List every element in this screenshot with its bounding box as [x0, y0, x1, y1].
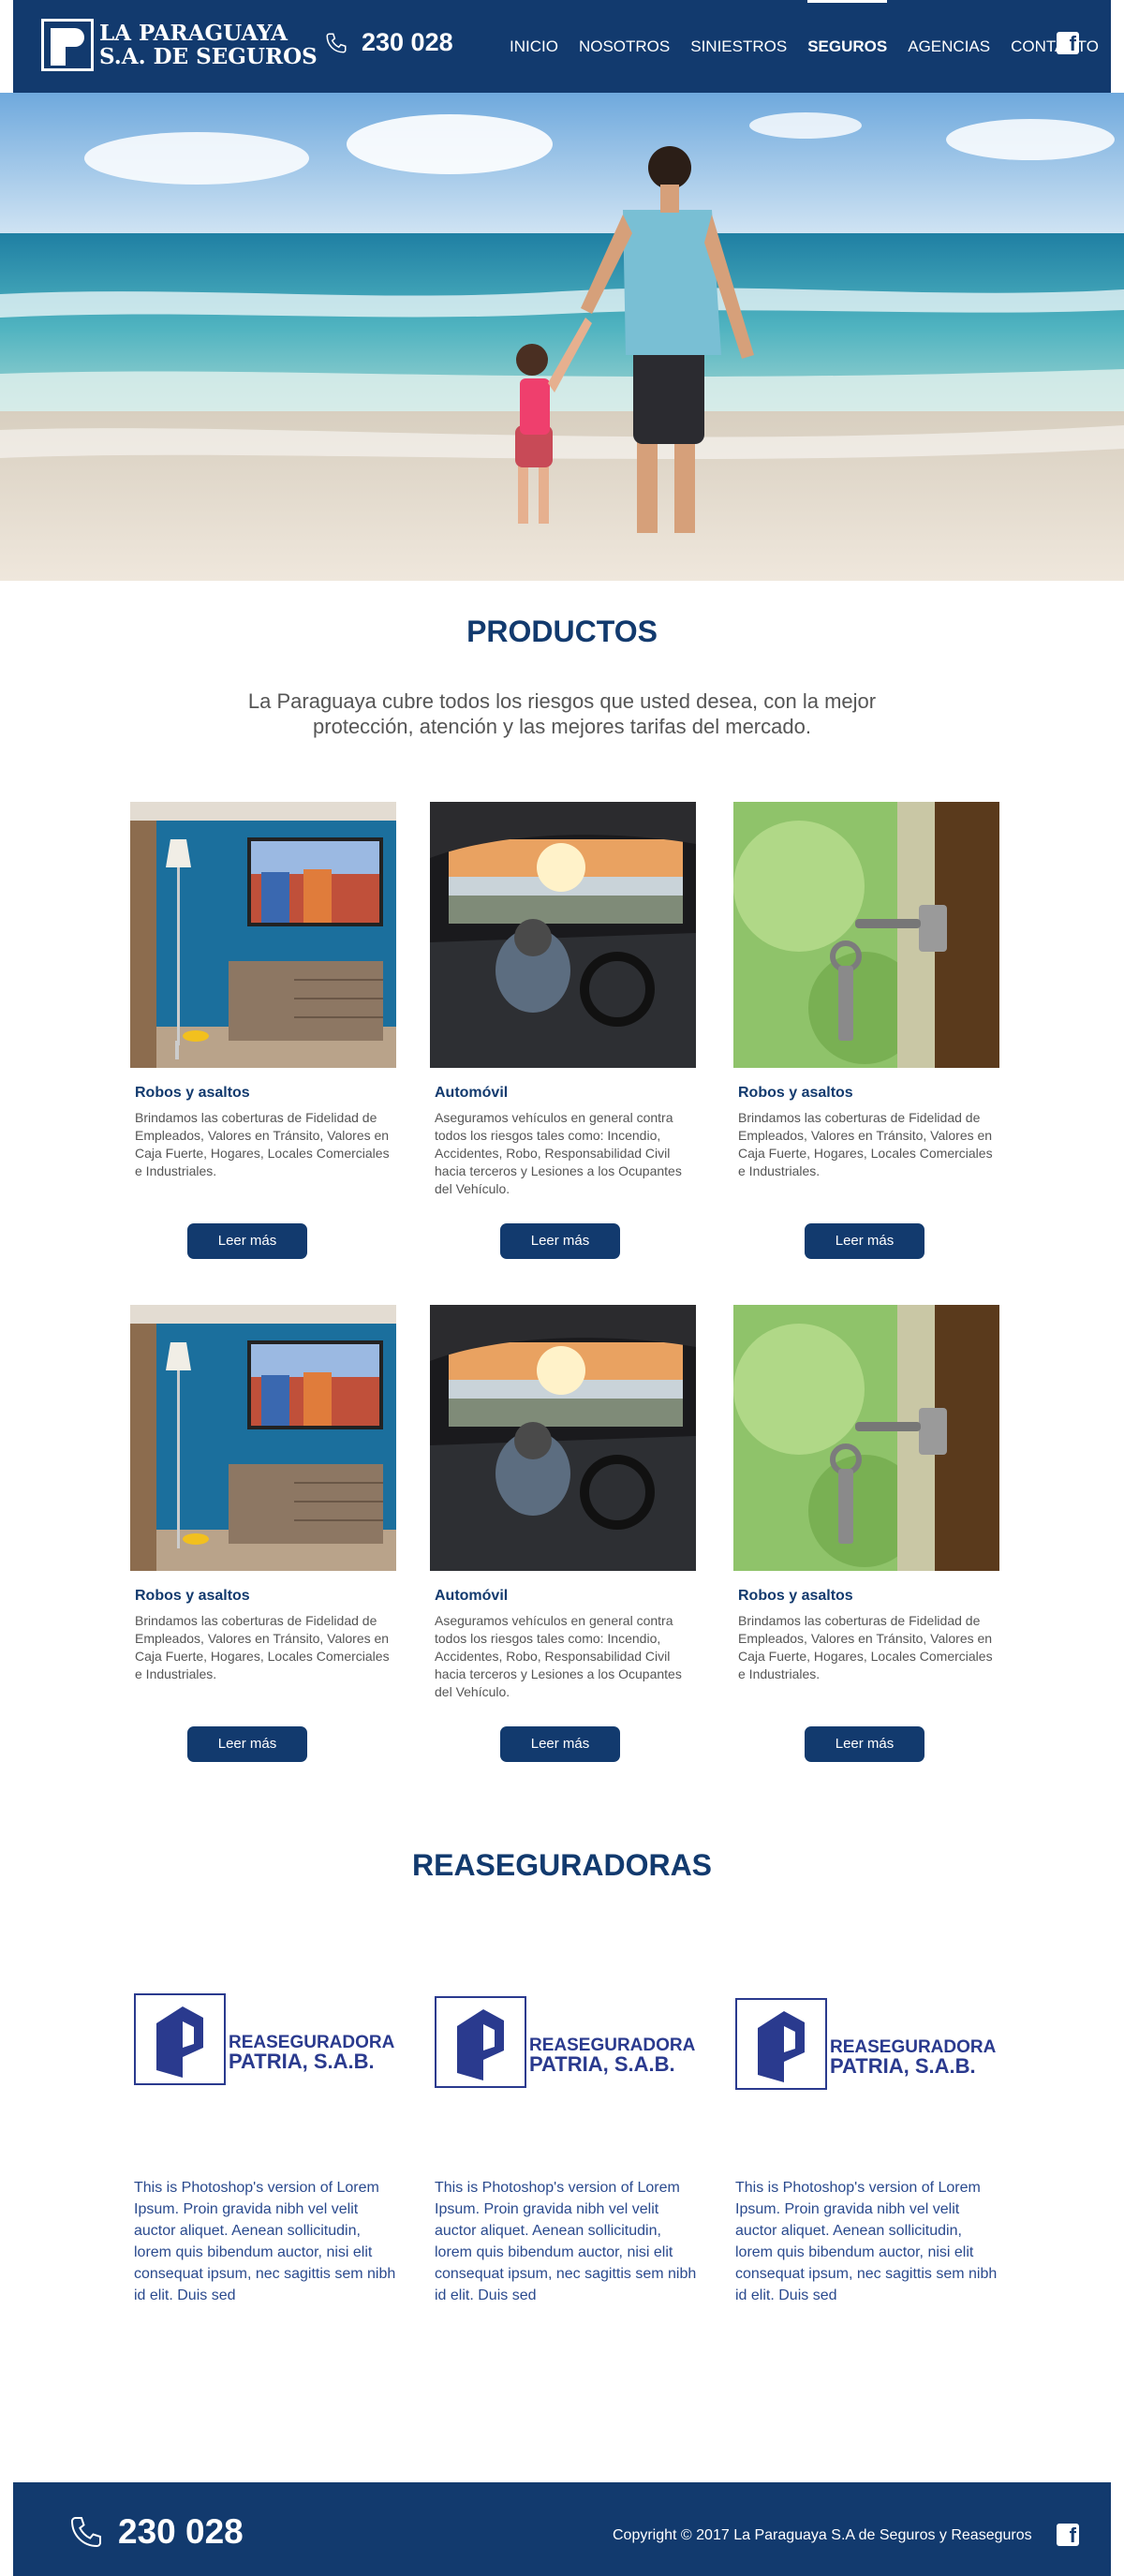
copyright-text: Copyright © 2017 La Paraguaya S.A de Seg… [613, 2527, 1032, 2543]
productos-title: PRODUCTOS [466, 614, 658, 648]
product-card-desc: Brindamos las coberturas de Fidelidad de… [738, 1110, 993, 1178]
product-card-desc: Aseguramos vehículos en general contra t… [435, 1110, 682, 1196]
site-logo[interactable]: LA PARAGUAYA S.A. DE SEGUROS [41, 19, 318, 71]
leer-mas-button[interactable]: Leer más [805, 1726, 924, 1762]
nav-item-agencias[interactable]: AGENCIAS [908, 0, 990, 93]
patria-logo-icon [134, 1993, 226, 2085]
nav-item-contacto[interactable]: CONTACTO [1011, 0, 1099, 93]
reaseguradora-desc: This is Photoshop's version of Lorem Ips… [134, 2180, 396, 2303]
reaseguradora-logo-line2: PATRIA, S.A.B. [830, 2054, 976, 2078]
footer-phone[interactable]: 230 028 [67, 2512, 244, 2552]
hero-image [0, 93, 1124, 581]
phone-icon [70, 2517, 101, 2548]
product-card-desc: Brindamos las coberturas de Fidelidad de… [738, 1613, 993, 1681]
reaseguradora-logo-line2: PATRIA, S.A.B. [529, 2052, 675, 2076]
reaseguradora-card: REASEGURADORA PATRIA, S.A.B. This is Pho… [435, 1996, 706, 2303]
reaseguradora-card: REASEGURADORA PATRIA, S.A.B. This is Pho… [134, 1993, 406, 2303]
nav-item-seguros[interactable]: SEGUROS [807, 0, 888, 93]
product-card-title: Robos y asaltos [135, 1085, 250, 1101]
reaseguradora-patria-logo[interactable]: REASEGURADORA PATRIA, S.A.B. [735, 1998, 1007, 2090]
product-card-title: Automóvil [435, 1085, 509, 1101]
reaseguradora-desc: This is Photoshop's version of Lorem Ips… [735, 2180, 998, 2303]
reaseguradora-patria-logo[interactable]: REASEGURADORA PATRIA, S.A.B. [435, 1996, 706, 2088]
nav-item-siniestros[interactable]: SINIESTROS [690, 0, 787, 93]
main-nav: INICIO NOSOTROS SINIESTROS SEGUROS AGENC… [510, 0, 1119, 93]
reaseguradora-patria-logo[interactable]: REASEGURADORA PATRIA, S.A.B. [134, 1993, 406, 2085]
car-driver-photo [430, 802, 696, 1068]
leer-mas-button[interactable]: Leer más [500, 1223, 620, 1259]
header-phone-number: 230 028 [362, 28, 453, 56]
logo-line2: S.A. DE SEGUROS [99, 44, 318, 69]
product-card: Robos y asaltos Brindamos las coberturas… [130, 1305, 396, 1683]
reaseguradora-card: REASEGURADORA PATRIA, S.A.B. This is Pho… [735, 1998, 1007, 2303]
footer-phone-number: 230 028 [118, 2512, 244, 2551]
door-key-photo [733, 802, 999, 1068]
reaseguradora-logo-line2: PATRIA, S.A.B. [229, 2050, 375, 2073]
logo-line1: LA PARAGUAYA [99, 21, 288, 46]
product-card-title: Automóvil [435, 1588, 509, 1604]
leer-mas-button[interactable]: Leer más [187, 1726, 307, 1762]
la-paraguaya-logo-icon [41, 19, 94, 71]
nav-item-inicio[interactable]: INICIO [510, 0, 558, 93]
reaseguradoras-title: REASEGURADORAS [411, 1848, 713, 1882]
living-room-photo [130, 1305, 396, 1571]
reaseguradora-desc: This is Photoshop's version of Lorem Ips… [435, 2180, 697, 2303]
leer-mas-button[interactable]: Leer más [187, 1223, 307, 1259]
leer-mas-button[interactable]: Leer más [805, 1223, 924, 1259]
facebook-icon[interactable]: f [1057, 32, 1079, 54]
site-footer: 230 028 Copyright © 2017 La Paraguaya S.… [13, 2482, 1111, 2576]
product-card: Robos y asaltos Brindamos las coberturas… [733, 802, 999, 1180]
living-room-photo [130, 802, 396, 1068]
productos-intro: La Paraguaya cubre todos los riesgos que… [247, 689, 877, 738]
patria-logo-icon [435, 1996, 526, 2088]
product-card-desc: Brindamos las coberturas de Fidelidad de… [135, 1110, 390, 1178]
product-card: Robos y asaltos Brindamos las coberturas… [130, 802, 396, 1180]
header-phone[interactable]: 230 028 [324, 28, 453, 57]
product-card: Automóvil Aseguramos vehículos en genera… [430, 802, 696, 1198]
product-card-desc: Brindamos las coberturas de Fidelidad de… [135, 1613, 390, 1681]
product-card-desc: Aseguramos vehículos en general contra t… [435, 1613, 682, 1699]
product-card: Automóvil Aseguramos vehículos en genera… [430, 1305, 696, 1701]
leer-mas-button[interactable]: Leer más [500, 1726, 620, 1762]
car-driver-photo [430, 1305, 696, 1571]
facebook-icon[interactable]: f [1057, 2524, 1079, 2546]
product-card: Robos y asaltos Brindamos las coberturas… [733, 1305, 999, 1683]
phone-icon [326, 32, 347, 53]
patria-logo-icon [735, 1998, 827, 2090]
door-key-photo [733, 1305, 999, 1571]
nav-item-nosotros[interactable]: NOSOTROS [579, 0, 670, 93]
site-header: LA PARAGUAYA S.A. DE SEGUROS 230 028 INI… [13, 0, 1111, 93]
product-card-title: Robos y asaltos [738, 1588, 853, 1604]
product-card-title: Robos y asaltos [135, 1588, 250, 1604]
product-card-title: Robos y asaltos [738, 1085, 853, 1101]
